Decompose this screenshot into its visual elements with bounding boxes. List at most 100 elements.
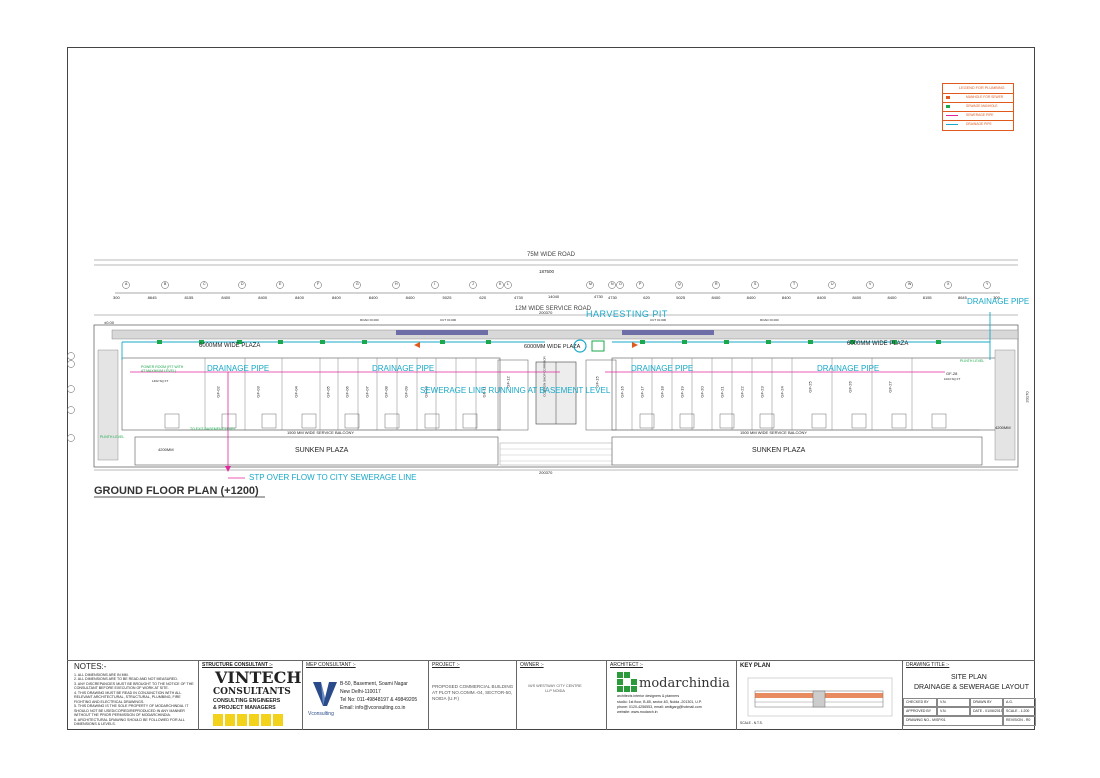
cut-level-left: CUT ±0.000 xyxy=(440,318,457,322)
structure-consultant-panel: STRUCTURE CONSULTANT :- VINTECH CONSULTA… xyxy=(198,660,302,730)
checked-by-value: V.N. xyxy=(937,698,970,707)
project-text: PROPOSED COMMERCIAL BUILDING AT PLOT NO.… xyxy=(432,684,514,702)
shop-label: GF-20 xyxy=(699,386,705,398)
grid-axis-label: P xyxy=(639,282,642,286)
scale-cell: SCALE - 1:200 xyxy=(1003,707,1036,716)
grid-axis-label: N xyxy=(611,282,614,286)
vintech-logo-main: VINTECH xyxy=(215,668,302,687)
road-label-75m: 75M WIDE ROAD xyxy=(527,252,576,258)
approved-by-label: APPROVED BY xyxy=(903,707,937,716)
grid-axis-label: X xyxy=(947,282,950,286)
basement-note: TO EXIT BASEMENT LEVEL xyxy=(190,427,236,431)
note-item: 4. THIS DRAWING MUST BE READ IN CONJUNCT… xyxy=(74,690,182,704)
vintech-logo: VINTECH CONSULTANTS CONSULTING ENGINEERS… xyxy=(209,670,301,726)
dim-seg: 8155 xyxy=(922,295,932,300)
dim-seg: 8400 xyxy=(405,295,415,300)
approved-by-value: V.N. xyxy=(937,707,970,716)
key-plan-scale: SCALE - N.T.S. xyxy=(740,721,763,725)
grid-axis-label: C xyxy=(203,282,206,286)
dim-seg: 8645 xyxy=(957,295,967,300)
rising-left: PLINTH LEVEL xyxy=(100,435,125,439)
plaza-right: 6000MM WIDE PLAZA xyxy=(847,341,909,347)
dim-seg: 8400 xyxy=(781,295,791,300)
dim-seg: 8400 xyxy=(817,295,826,300)
power-room-note: POWER ROOM (FIT WITH AT MAXIMUM LEVEL) xyxy=(141,365,184,373)
sewage-manhole xyxy=(591,340,605,352)
dim-seg: 8400 xyxy=(711,295,721,300)
shop-label: GF-17 xyxy=(639,386,645,398)
plaza-center: 6000MM WIDE PLAZA xyxy=(524,344,581,350)
dim-4200-right: 4200MM xyxy=(995,425,1011,430)
drawing-title-2: DRAINAGE & SEWERAGE LAYOUT xyxy=(914,684,1030,691)
shop-label: GF-06 xyxy=(344,386,350,398)
grid-axis-label: I xyxy=(434,282,435,286)
grid-axis-label: M xyxy=(589,282,592,286)
callout-harvesting-pit: HARVESTING PIT xyxy=(586,309,668,319)
grid-axis-label: Q xyxy=(678,282,681,286)
dim-seg: 4730 xyxy=(608,295,617,300)
planter-strip-left xyxy=(396,330,488,335)
architect-addr3: website: www.modarch.in xyxy=(617,710,658,714)
key-plan-thumbnail xyxy=(747,677,893,717)
owner-header: OWNER :- xyxy=(520,662,544,668)
gf01-area: 1402 SQ FT xyxy=(152,379,169,383)
dim-plot: 200370 xyxy=(539,310,553,315)
grid-axis-label: H xyxy=(395,282,398,286)
dim-seg: 620 xyxy=(643,295,650,300)
plan-title: GROUND FLOOR PLAN (+1200) xyxy=(94,485,259,497)
sunken-plaza-left: SUNKEN PLAZA xyxy=(295,447,349,454)
drawn-by-label: DRAWN BY xyxy=(970,698,1003,707)
shop-label: GF-07 xyxy=(364,386,370,398)
callout-drainage-right: DRAINAGE PIPE xyxy=(817,364,880,373)
shop-label: GF-27 xyxy=(887,381,893,393)
dim-seg: 8400 xyxy=(887,295,897,300)
dim-seg: 5025 xyxy=(442,295,452,300)
architect-panel: ARCHITECT :- modarchindia architects int… xyxy=(606,660,736,730)
notes-list: 1. ALL DIMENSIONS ARE IN MM. 2. ALL DIME… xyxy=(74,673,194,727)
notes-panel: NOTES:- 1. ALL DIMENSIONS ARE IN MM. 2. … xyxy=(67,660,198,730)
shop-label: GF-21 xyxy=(719,386,725,398)
note-item: 5. THIS DRAWING IS THE SOLE PROPERTY OF … xyxy=(74,704,189,718)
shop-label: GF-16 xyxy=(619,386,625,398)
shop-label: GF-09 xyxy=(403,386,409,398)
dim-overall-top: 187500 xyxy=(539,269,555,274)
vintech-logo-sub2: CONSULTING ENGINEERS xyxy=(213,698,281,704)
grid-axis-label: S xyxy=(754,282,757,286)
checked-by-label: CHECKED BY xyxy=(903,698,937,707)
shop-label: GF-23 xyxy=(759,386,765,398)
grid-axis-label: T xyxy=(793,282,796,286)
dim-side-right: 20170 xyxy=(1024,391,1030,403)
vintech-logo-sub3: & PROJECT MANAGERS xyxy=(213,705,276,711)
mep-address-2: New Delhi-110017 xyxy=(340,689,381,695)
shop-label: GF-02 xyxy=(215,386,221,398)
shop-label: GF-25 xyxy=(807,381,813,393)
dim-seg: 4730 xyxy=(514,295,523,300)
planter-strip-right xyxy=(622,330,714,335)
callout-drainage-far-right: DRAINAGE PIPE xyxy=(967,297,1030,306)
dim-seg: 8155 xyxy=(184,295,194,300)
modarch-logo-icon xyxy=(617,672,637,692)
callout-drainage-mid: DRAINAGE PIPE xyxy=(372,364,435,373)
project-panel: PROJECT :- PROPOSED COMMERCIAL BUILDING … xyxy=(428,660,516,730)
plaza-left: 6000MM WIDE PLAZA xyxy=(199,343,261,349)
grid-axis-label: G xyxy=(356,282,359,286)
architect-name: modarchindia xyxy=(639,676,730,691)
road-level-left: ROAD ±0.000 xyxy=(360,318,379,322)
grid-axis-label: F xyxy=(317,282,320,286)
steps xyxy=(499,442,613,466)
grid-axis-label: D xyxy=(241,282,244,286)
grid-axis-label: B xyxy=(164,282,167,286)
vintech-logo-sub1: CONSULTANTS xyxy=(213,687,291,697)
shop-label: GF-24 xyxy=(779,386,785,398)
mep-email: Email: info@vconsulting.co.in xyxy=(340,705,406,711)
flow-arrow-right xyxy=(632,342,638,348)
key-plan-panel: KEY PLAN SCALE - N.T.S. xyxy=(736,660,902,730)
dim-seg: 8400 xyxy=(746,295,756,300)
shop-label: GF-22 xyxy=(739,386,745,398)
grid-axis-label: V xyxy=(869,282,872,286)
owner-text: M/S WESTWAY CITY CENTRE LLP NOIDA xyxy=(528,684,582,693)
project-header: PROJECT :- xyxy=(432,662,460,668)
shop-label: GF-19 xyxy=(679,386,685,398)
balcony-right: 1500 MM WIDE SERVICE BALCONY xyxy=(740,430,808,435)
shop-label: GF-05 xyxy=(325,386,331,398)
